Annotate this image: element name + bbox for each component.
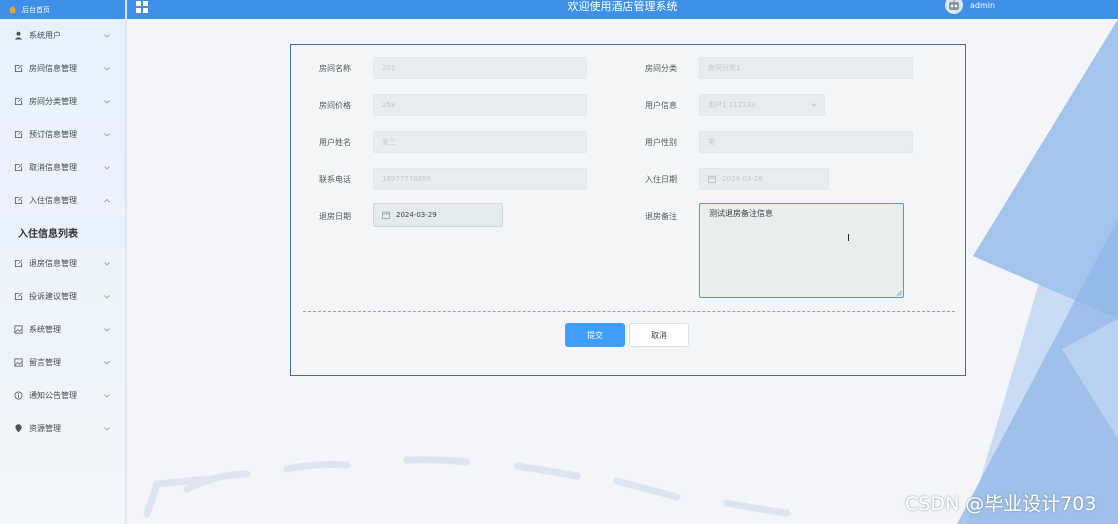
home-icon bbox=[8, 5, 17, 14]
text-cursor-icon: I bbox=[847, 233, 850, 244]
sidebar-item-room-info[interactable]: 房间信息管理 bbox=[0, 52, 125, 85]
checkin-date-label: 入住日期 bbox=[645, 175, 677, 184]
sidebar-home-label: 后台首页 bbox=[22, 5, 50, 14]
sidebar-item-label: 取消信息管理 bbox=[29, 163, 77, 172]
checkout-note-textarea[interactable]: 测试退房备注信息 I bbox=[699, 203, 904, 298]
edit-icon bbox=[14, 64, 23, 73]
chevron-down-icon bbox=[104, 327, 110, 332]
sidebar-item-label: 系统管理 bbox=[29, 325, 61, 334]
room-price-label: 房间价格 bbox=[319, 101, 351, 110]
sidebar-item-messages[interactable]: 留言管理 bbox=[0, 346, 125, 379]
sidebar-subitem-checkin-list[interactable]: 入住信息列表 bbox=[0, 217, 125, 247]
checkin-date-field[interactable]: 2024-03-29 bbox=[699, 168, 829, 190]
sidebar-item-label: 留言管理 bbox=[29, 358, 61, 367]
room-category-value: 房间分类1 bbox=[708, 64, 741, 72]
info-icon bbox=[14, 391, 23, 400]
user-icon bbox=[14, 31, 23, 40]
edit-icon bbox=[14, 292, 23, 301]
form-divider bbox=[303, 311, 955, 312]
phone-label: 联系电话 bbox=[319, 175, 351, 184]
chevron-down-icon bbox=[104, 132, 110, 137]
chevron-down-icon bbox=[104, 99, 110, 104]
sidebar-item-resources[interactable]: 资源管理 bbox=[0, 412, 125, 445]
user-name-value: 张三 bbox=[382, 138, 396, 146]
chevron-down-icon bbox=[104, 393, 110, 398]
phone-field[interactable]: 18977778899 bbox=[373, 168, 587, 190]
sidebar-item-label: 退房信息管理 bbox=[29, 259, 77, 268]
cancel-button[interactable]: 取消 bbox=[629, 323, 689, 347]
user-gender-label: 用户性别 bbox=[645, 138, 677, 147]
edit-icon bbox=[14, 163, 23, 172]
sidebar-item-label: 投诉建议管理 bbox=[29, 292, 77, 301]
checkout-note-label: 退房备注 bbox=[645, 212, 677, 221]
resize-handle-icon[interactable] bbox=[896, 290, 902, 296]
sidebar-item-label: 通知公告管理 bbox=[29, 391, 77, 400]
chevron-down-icon bbox=[104, 33, 110, 38]
chevron-down-icon bbox=[104, 294, 110, 299]
phone-value: 18977778899 bbox=[382, 175, 431, 183]
location-icon bbox=[14, 424, 23, 433]
username-label[interactable]: admin bbox=[970, 1, 995, 10]
sidebar-item-cancel-info[interactable]: 取消信息管理 bbox=[0, 151, 125, 184]
sidebar-home[interactable]: 后台首页 bbox=[0, 0, 125, 19]
edit-icon bbox=[14, 196, 23, 205]
sidebar-item-notices[interactable]: 通知公告管理 bbox=[0, 379, 125, 412]
edit-icon bbox=[14, 130, 23, 139]
sidebar-item-label: 入住信息管理 bbox=[29, 196, 77, 205]
user-info-value: 用户1 112233 bbox=[708, 101, 756, 109]
watermark: CSDN @毕业设计703 bbox=[905, 493, 1097, 515]
chevron-down-icon bbox=[104, 360, 110, 365]
room-category-label: 房间分类 bbox=[645, 64, 677, 73]
calendar-icon bbox=[382, 211, 390, 219]
checkout-date-label: 退房日期 bbox=[319, 212, 351, 221]
chevron-down-icon bbox=[104, 426, 110, 431]
sidebar: 后台首页 系统用户 房间信息管理 房间分类管理 预订信息管理 取消信息管理 入住… bbox=[0, 0, 127, 524]
chevron-down-icon bbox=[104, 165, 110, 170]
sidebar-item-label: 预订信息管理 bbox=[29, 130, 77, 139]
checkin-date-value: 2024-03-29 bbox=[722, 175, 763, 183]
submit-button[interactable]: 提交 bbox=[565, 323, 625, 347]
room-price-field[interactable]: 258 bbox=[373, 94, 587, 116]
sidebar-item-checkout[interactable]: 退房信息管理 bbox=[0, 247, 125, 280]
calendar-icon bbox=[708, 175, 716, 183]
chevron-up-icon bbox=[104, 198, 110, 202]
user-name-label: 用户姓名 bbox=[319, 138, 351, 147]
checkout-date-value: 2024-03-29 bbox=[396, 211, 437, 219]
room-name-value: 201 bbox=[382, 64, 396, 72]
edit-icon bbox=[14, 97, 23, 106]
sidebar-item-booking[interactable]: 预订信息管理 bbox=[0, 118, 125, 151]
sidebar-item-room-category[interactable]: 房间分类管理 bbox=[0, 85, 125, 118]
sidebar-item-complaints[interactable]: 投诉建议管理 bbox=[0, 280, 125, 313]
picture-icon bbox=[14, 358, 23, 367]
checkout-date-field[interactable]: 2024-03-29 bbox=[373, 203, 503, 227]
room-category-field[interactable]: 房间分类1 bbox=[699, 57, 913, 79]
sidebar-item-label: 资源管理 bbox=[29, 424, 61, 433]
chevron-down-icon bbox=[104, 261, 110, 266]
sidebar-item-system-users[interactable]: 系统用户 bbox=[0, 19, 125, 52]
sidebar-item-checkin[interactable]: 入住信息管理 bbox=[0, 184, 125, 217]
chevron-down-icon bbox=[104, 66, 110, 71]
top-header: 欢迎使用酒店管理系统 admin bbox=[127, 0, 1118, 19]
room-name-label: 房间名称 bbox=[319, 64, 351, 73]
sidebar-item-label: 系统用户 bbox=[29, 31, 61, 40]
picture-icon bbox=[14, 325, 23, 334]
sidebar-item-label: 房间分类管理 bbox=[29, 97, 77, 106]
checkin-edit-form: 房间名称 201 房间分类 房间分类1 房间价格 258 用户信息 用户1 11… bbox=[290, 44, 966, 376]
chevron-down-icon bbox=[811, 103, 817, 107]
sidebar-item-system-admin[interactable]: 系统管理 bbox=[0, 313, 125, 346]
sidebar-subitem-label: 入住信息列表 bbox=[18, 228, 78, 240]
user-gender-field[interactable]: 男 bbox=[699, 131, 913, 153]
checkout-note-value: 测试退房备注信息 bbox=[709, 209, 773, 218]
user-info-label: 用户信息 bbox=[645, 101, 677, 110]
sidebar-item-label: 房间信息管理 bbox=[29, 64, 77, 73]
room-name-field[interactable]: 201 bbox=[373, 57, 587, 79]
user-gender-value: 男 bbox=[708, 138, 715, 146]
edit-icon bbox=[14, 259, 23, 268]
user-info-select[interactable]: 用户1 112233 bbox=[699, 94, 825, 116]
room-price-value: 258 bbox=[382, 101, 396, 109]
user-name-field[interactable]: 张三 bbox=[373, 131, 587, 153]
